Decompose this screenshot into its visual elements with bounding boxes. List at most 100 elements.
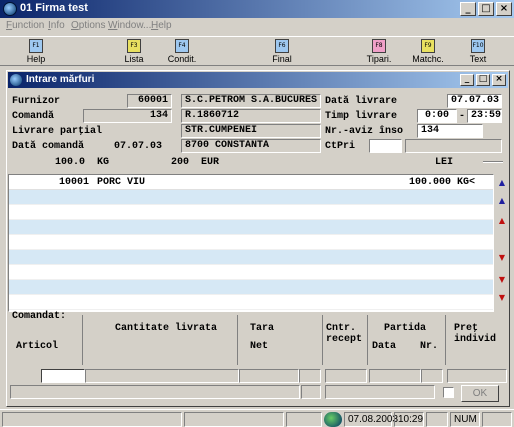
net-header: Net [250, 341, 269, 352]
ok-button[interactable]: OK [461, 385, 499, 402]
menu-function[interactable]: Function [6, 20, 44, 31]
info-field-1 [10, 385, 300, 399]
matchcode-button[interactable]: F9 Matchc. [406, 38, 450, 66]
timp-livrare-label: Timp livrare [325, 111, 398, 122]
status-panel-1 [2, 412, 182, 427]
table-row[interactable] [9, 250, 493, 265]
table-row[interactable] [9, 205, 493, 220]
net-input[interactable] [299, 369, 321, 383]
column-headers: Articol Cantitate livrata Tara Net Cntr.… [8, 315, 508, 365]
supplier-registration: R.1860712 [181, 109, 321, 123]
ctpri-description [405, 139, 502, 153]
tipari-button[interactable]: F8 Tipari. [357, 38, 401, 66]
scroll-page-down-icon[interactable]: ▼ [496, 273, 508, 287]
status-date: 07.08.2003 [344, 412, 398, 427]
globe-status-icon[interactable] [324, 412, 342, 427]
final-button[interactable]: F6 Final [260, 38, 304, 66]
child-minimize-button[interactable]: _ [460, 74, 474, 86]
partida-nr-input[interactable] [421, 369, 443, 383]
lei-label: LEI [435, 157, 454, 168]
partida-header: Partida [384, 323, 427, 334]
data-livrare-label: Dată livrare [325, 96, 398, 107]
child-maximize-button[interactable]: □ [476, 74, 490, 86]
window-titlebar[interactable]: 01 Firma test _ □ × [0, 0, 514, 18]
lista-button[interactable]: F3 Lista [112, 38, 156, 66]
menu-window[interactable]: Window... [108, 20, 151, 31]
nr-header: Nr. [420, 341, 439, 352]
child-close-button[interactable]: × [492, 74, 506, 86]
item-unit: KG< [457, 177, 476, 188]
list-icon: F3 [127, 39, 141, 53]
tara-header: Tara [250, 323, 275, 334]
condit-label: Condit. [167, 54, 197, 64]
table-row[interactable] [9, 265, 493, 280]
menu-bar: Function Info Options Window... Help [0, 19, 514, 35]
col-cantitate: Cantitate livrata [83, 315, 238, 365]
matchcode-icon: F9 [421, 39, 435, 53]
items-grid[interactable]: 10001 PORC VIU 100.000 KG< [8, 174, 494, 312]
menu-info[interactable]: Info [48, 20, 65, 31]
aviz-field[interactable]: 134 [417, 124, 483, 138]
scroll-down-icon[interactable]: ▼ [496, 251, 508, 265]
table-row[interactable] [9, 295, 493, 310]
minimize-button[interactable]: _ [460, 2, 476, 16]
help-button[interactable]: F1 Help [14, 38, 58, 66]
cantitate-input[interactable] [85, 369, 239, 383]
tipari-label: Tipari. [366, 54, 392, 64]
final-label: Final [272, 54, 292, 64]
articol-header: Articol [16, 341, 59, 352]
recept-header: recept [326, 334, 363, 345]
help-label: Help [26, 54, 46, 64]
status-time: 10:29 [394, 412, 424, 427]
cntr-input[interactable] [325, 369, 367, 383]
info-field-3 [325, 385, 435, 399]
aviz-label: Nr.-aviz înso [325, 126, 404, 137]
menu-options[interactable]: Options [71, 20, 105, 31]
child-globe-icon[interactable] [10, 74, 22, 86]
cntr-header: Cntr. [326, 323, 357, 334]
data-header: Data [372, 341, 397, 352]
child-titlebar[interactable]: Intrare mărfuri _ □ × [8, 72, 508, 88]
text-button[interactable]: F10 Text [456, 38, 500, 66]
app-globe-icon[interactable] [3, 2, 17, 16]
furnizor-field[interactable]: 60001 [127, 94, 172, 108]
toolbar: F1 Help F3 Lista F4 Condit. F6 Final F8 … [0, 36, 514, 66]
divider [483, 161, 503, 163]
pret-header: Preţ [454, 323, 479, 334]
table-row[interactable] [9, 235, 493, 250]
grid-scrollbar[interactable]: ▲ ▲ ▲ ▼ ▼ ▼ [495, 174, 509, 312]
scroll-page-up-icon[interactable]: ▲ [496, 194, 508, 208]
table-row[interactable] [9, 280, 493, 295]
articol-input[interactable] [41, 369, 85, 383]
timp-to-field[interactable]: 23:59 [467, 109, 502, 123]
table-row[interactable] [9, 220, 493, 235]
status-bar: 07.08.2003 10:29 NUM [0, 409, 514, 427]
goods-receipt-window: Intrare mărfuri _ □ × Furnizor 60001 Com… [6, 70, 510, 407]
scroll-up-icon[interactable]: ▲ [496, 214, 508, 228]
data-livrare-field[interactable]: 07.07.03 [447, 94, 502, 108]
checkbox[interactable] [443, 387, 454, 398]
table-row[interactable] [9, 190, 493, 205]
scroll-top-icon[interactable]: ▲ [496, 176, 508, 190]
supplier-city: 8700 CONSTANTA [181, 139, 321, 153]
final-icon: F6 [275, 39, 289, 53]
ctpri-field[interactable] [369, 139, 402, 153]
supplier-name: S.C.PETROM S.A.BUCURES [181, 94, 321, 108]
text-label: Text [469, 54, 487, 64]
pret-input[interactable] [447, 369, 507, 383]
partida-data-input[interactable] [369, 369, 421, 383]
help-icon: F1 [29, 39, 43, 53]
condit-button[interactable]: F4 Condit. [160, 38, 204, 66]
total-amount: 200 [171, 157, 190, 168]
timp-from-field[interactable]: 0:00 [417, 109, 457, 123]
scroll-bottom-icon[interactable]: ▼ [496, 291, 508, 305]
maximize-button[interactable]: □ [478, 2, 494, 16]
tara-input[interactable] [239, 369, 299, 383]
item-quantity: 100.000 [409, 177, 452, 188]
col-pret: Preţ individ [446, 315, 508, 365]
close-button[interactable]: × [496, 2, 512, 16]
menu-help[interactable]: Help [151, 20, 172, 31]
comanda-field[interactable]: 134 [83, 109, 172, 123]
table-row[interactable]: 10001 PORC VIU 100.000 KG< [9, 175, 493, 190]
livrare-partial-label: Livrare parţial [12, 126, 103, 137]
